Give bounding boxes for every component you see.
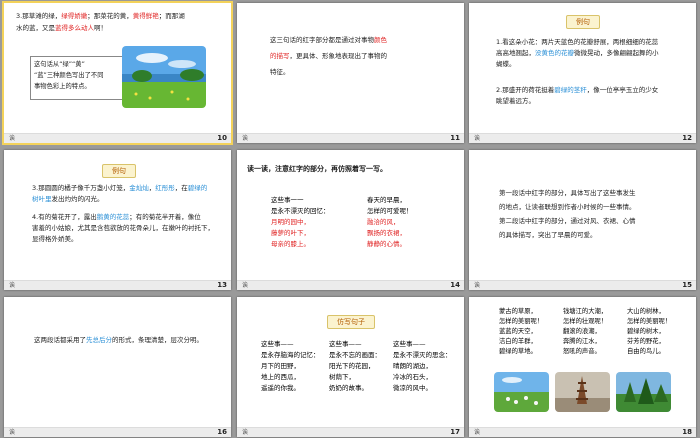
slide-thumbnail-18[interactable]: 蒙古的草原， 怎样的美丽呢！ 蓝蓝的天空， 洁白的羊群， 碧绿的草地。 钱塘江的大潮，怎… — [469, 297, 696, 437]
forest-image — [616, 372, 671, 412]
slide-thumbnail-15[interactable]: 第一段话中红字的部分，具体写出了这些事发生 的地点，让读者联想到作者小时候的一些… — [469, 150, 696, 290]
slide-14-left-column: 这些事一一 是永不漂灭的回忆： 月明的园中， 藤萝的叶下， 母亲的膝上。 — [271, 196, 330, 248]
slide-number: 13 — [217, 281, 227, 289]
slide-17-column-2: 这些事—— 是永不忘的画面： 阳光下的花园， 树荫下， 奶奶的故事。 — [329, 340, 381, 392]
slide-number: 10 — [217, 134, 227, 142]
slide-15-body: 第一段话中红字的部分，具体写出了这些事发生 的地点，让读者联想到作者小时候的一些… — [499, 189, 636, 239]
slide-18-column-3: 大山的树林， 怎样的美丽呢！ 碧绿的树木， 芬芳的野花， 自由的鸟儿。 — [627, 308, 672, 355]
slide-number: 18 — [682, 428, 692, 436]
slide-footer-bar — [4, 133, 231, 143]
slide-corner-mark: 诶 — [242, 282, 249, 289]
slide-number: 17 — [450, 428, 460, 436]
slide-thumbnail-12[interactable]: 例句 1.看这朵小花：两片天蓝色的花瓣舒展，两根细细的花蕊 高高地翘起，没黄色的… — [469, 3, 696, 143]
lake-landscape-image — [122, 46, 206, 108]
slide-corner-mark: 诶 — [474, 135, 481, 142]
slide-corner-mark: 诶 — [9, 429, 16, 436]
slide-footer-bar — [4, 427, 231, 437]
slide-17-column-3: 这些事—— 是永不漂灭的思念： 晴朗的湖边， 冷冰的石头， 微凉的风中。 — [393, 340, 452, 392]
imitation-tag: 仿写句子 — [327, 315, 375, 329]
slide-corner-mark: 诶 — [242, 135, 249, 142]
slide-10-line-1: 3.那草滩的绿，绿得娇嫩；那菜花的黄，黄得鲜艳；而那湖 — [16, 12, 185, 20]
slide-thumbnail-14[interactable]: 读一读，注意红字的部分，再仿照着写一写。 这些事一一 是永不漂灭的回忆： 月明的… — [237, 150, 464, 290]
slide-14-title: 读一读，注意红字的部分，再仿照着写一写。 — [247, 165, 387, 173]
slide-footer-bar — [237, 427, 464, 437]
slide-14-right-column: 春天的早晨， 怎样的可爱呢！ 融洽的风， 飘扬的衣裙， 静静的心情。 — [367, 196, 413, 248]
slide-17-column-1: 这些事—— 是永存脑海的记忆： 月下的田野， 地上的西瓜， 遥遥的你我。 — [261, 340, 320, 392]
slide-12-example-1: 1.看这朵小花：两片天蓝色的花瓣舒展，两根细细的花蕊 高高地翘起，没黄色的花瓣微… — [496, 38, 659, 68]
slide-number: 16 — [217, 428, 227, 436]
slide-10-line-2: 水的蓝，又是蓝得多么动人啊！ — [16, 24, 107, 32]
slide-18-column-1: 蒙古的草原， 怎样的美丽呢！ 蓝蓝的天空， 洁白的羊群， 碧绿的草地。 — [499, 308, 544, 355]
slide-footer-bar — [237, 133, 464, 143]
slide-12-example-2: 2.那盛开的荷花挺着碧绿的茎秆，像一位亭亭玉立的少女 眺望着远方。 — [496, 86, 659, 105]
slide-footer-bar — [469, 133, 696, 143]
slide-number: 12 — [682, 134, 692, 142]
example-tag: 例句 — [566, 15, 600, 29]
slide-footer-bar — [237, 280, 464, 290]
slide-thumbnail-13[interactable]: 例句 3.那圆圆的橘子像千万盏小灯笼，金灿灿，红彤彤，在碧绿的 树叶里发出灼灼的… — [4, 150, 231, 290]
slide-footer-bar — [469, 427, 696, 437]
example-tag: 例句 — [102, 164, 136, 178]
slide-10-note-box: 这句话从“绿”“黄” “蓝”三种颜色写出了不同 事物色彩上的特点。 — [30, 56, 124, 100]
grassland-image — [494, 372, 549, 412]
slide-thumbnail-16[interactable]: 这两段话都采用了先总后分的形式，条理清楚，层次分明。 诶 16 — [4, 297, 231, 437]
slide-corner-mark: 诶 — [9, 135, 16, 142]
slide-corner-mark: 诶 — [9, 282, 16, 289]
slide-thumbnail-11[interactable]: 这三句话的红字部分都是通过对事物颜色 的描写，更具体、形象地表现出了事物的 特征… — [237, 3, 464, 143]
slide-number: 11 — [450, 134, 460, 142]
slide-footer-bar — [4, 280, 231, 290]
slide-corner-mark: 诶 — [474, 282, 481, 289]
slide-number: 15 — [682, 281, 692, 289]
slide-thumbnail-17[interactable]: 仿写句子 这些事—— 是永存脑海的记忆： 月下的田野， 地上的西瓜， 遥遥的你我。 这些… — [237, 297, 464, 437]
tidal-bore-pagoda-image — [555, 372, 610, 412]
slide-corner-mark: 诶 — [474, 429, 481, 436]
slide-11-line-1: 这三句话的红字部分都是通过对事物颜色 — [270, 36, 387, 44]
slide-11-line-3: 特征。 — [270, 68, 290, 76]
slide-corner-mark: 诶 — [242, 429, 249, 436]
slide-13-example-3: 3.那圆圆的橘子像千万盏小灯笼，金灿灿，红彤彤，在碧绿的 树叶里发出灼灼的闪光。 — [32, 184, 208, 203]
slide-thumbnail-10[interactable]: 3.那草滩的绿，绿得娇嫩；那菜花的黄，黄得鲜艳；而那湖 水的蓝，又是蓝得多么动人… — [2, 1, 233, 145]
slide-footer-bar — [469, 280, 696, 290]
slide-13-example-4: 4.有的菊花开了，露出鹅黄的花蕊；有的菊花半开着，像位 害羞的小姑娘，尤其是含苞… — [32, 213, 214, 243]
slide-16-body: 这两段话都采用了先总后分的形式，条理清楚，层次分明。 — [34, 336, 203, 344]
slide-11-line-2: 的描写，更具体、形象地表现出了事物的 — [270, 52, 387, 60]
slide-number: 14 — [450, 281, 460, 289]
slide-18-column-2: 钱塘江的大潮， 怎样的壮观呢！ 翻滚的浪潮， 奔腾的江水， 怒吼的声音。 — [563, 308, 608, 355]
